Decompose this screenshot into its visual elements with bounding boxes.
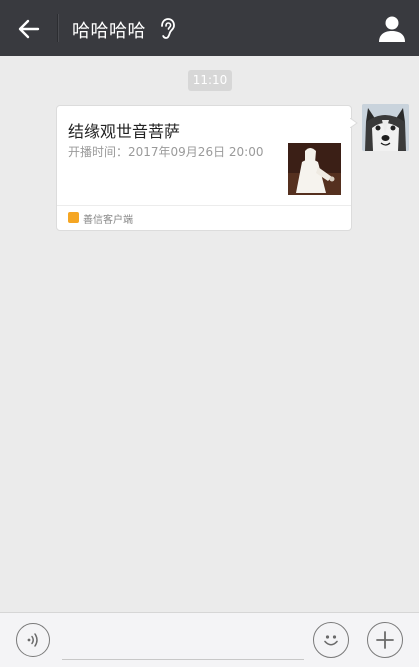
back-button[interactable] <box>12 12 46 46</box>
guanyin-image <box>288 143 341 195</box>
emoji-icon <box>324 635 338 646</box>
profile-button[interactable] <box>377 14 407 44</box>
message-input[interactable] <box>62 627 304 660</box>
message-timestamp: 11:10 <box>188 70 232 91</box>
input-bar <box>0 612 419 667</box>
card-title: 结缘观世音菩萨 <box>68 122 181 141</box>
header-divider <box>57 14 59 42</box>
bubble-arrow <box>350 118 358 128</box>
card-subtitle: 开播时间：2017年09月26日 20:00 <box>68 145 264 159</box>
chat-title: 哈哈哈哈 <box>72 21 146 42</box>
card-footer: 善信客户端 <box>57 205 351 230</box>
app-badge-icon <box>68 212 79 223</box>
link-card-message[interactable]: 结缘观世音菩萨 开播时间：2017年09月26日 20:00 善信客户端 <box>56 105 352 231</box>
more-button[interactable] <box>367 622 403 658</box>
voice-button[interactable] <box>16 623 50 657</box>
ear-icon <box>161 18 175 39</box>
arrow-left-icon <box>18 19 40 39</box>
plus-icon <box>376 631 394 649</box>
emoji-button[interactable] <box>313 622 349 658</box>
card-source: 善信客户端 <box>83 215 133 226</box>
top-bar: 哈哈哈哈 <box>0 0 419 56</box>
husky-avatar[interactable] <box>362 104 409 151</box>
person-icon <box>379 16 405 42</box>
voice-icon <box>27 633 38 647</box>
